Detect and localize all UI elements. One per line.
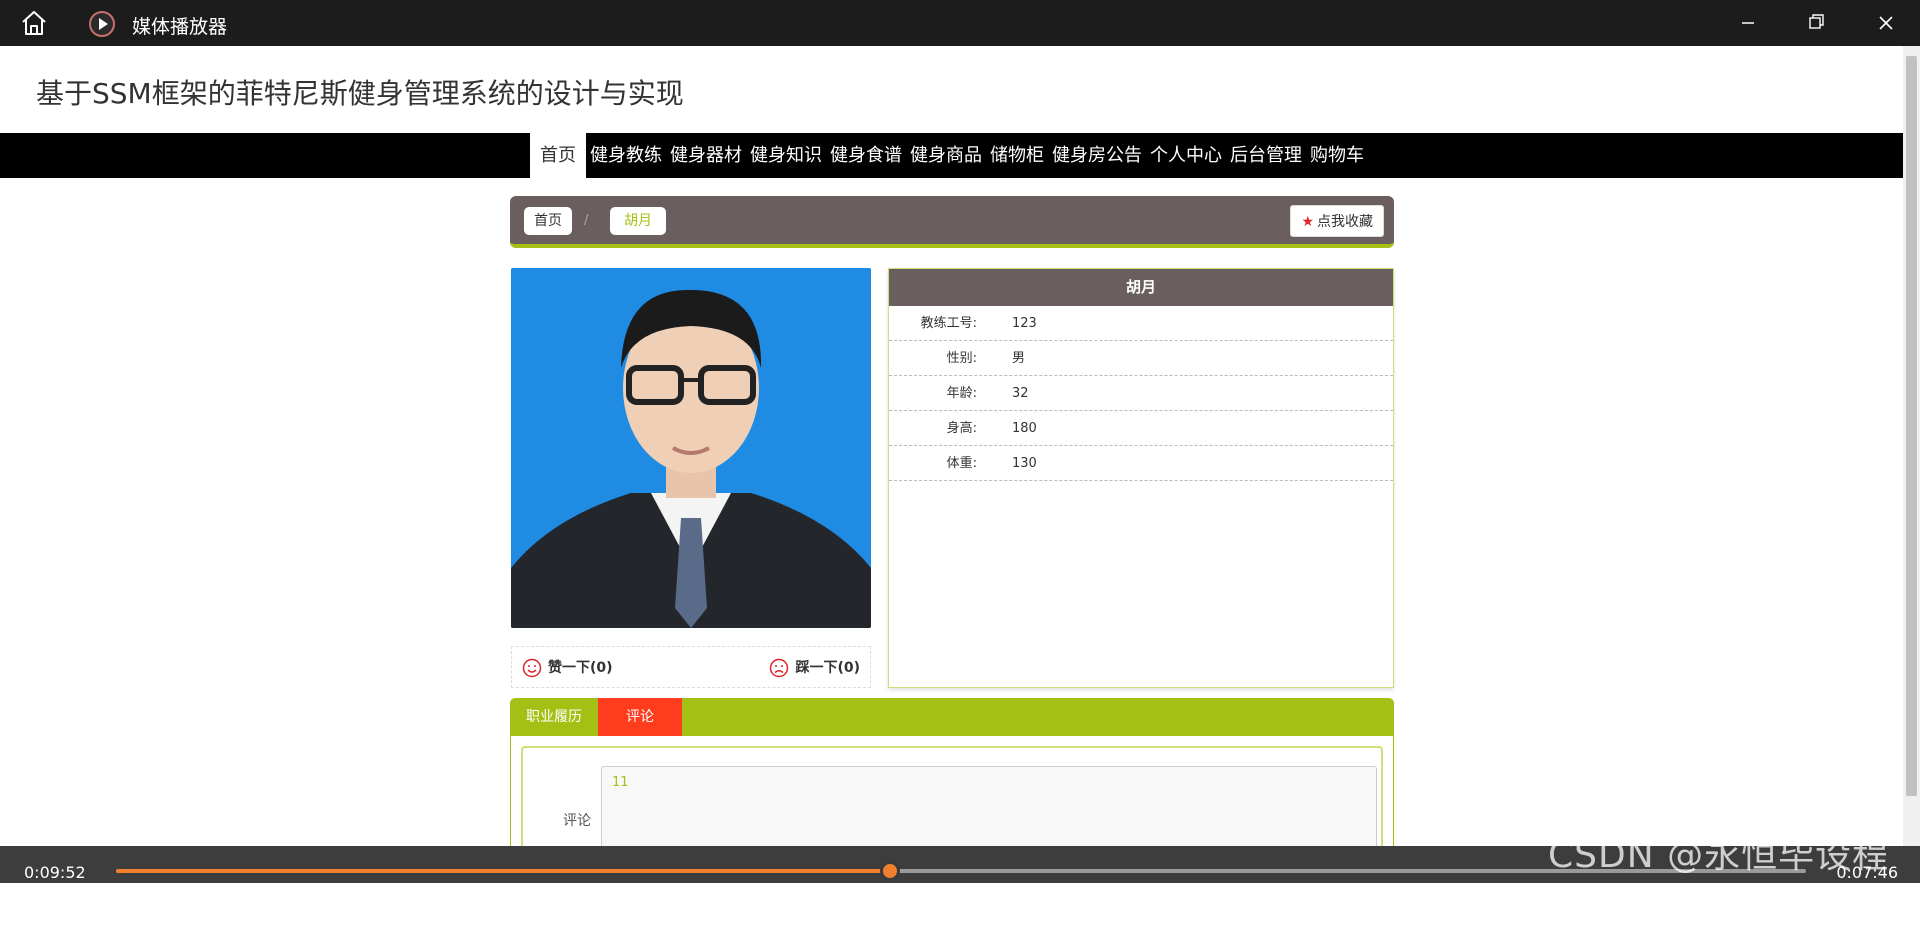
comment-form: 评论 11	[521, 746, 1383, 846]
seek-handle[interactable]	[880, 861, 901, 881]
minimize-button[interactable]	[1728, 8, 1768, 38]
info-value: 130	[1012, 456, 1037, 471]
web-page: 基于SSM框架的菲特尼斯健身管理系统的设计与实现 首页 健身教练 健身器材 健身…	[0, 46, 1903, 846]
nav-lockers[interactable]: 储物柜	[986, 133, 1048, 178]
info-row: 身高: 180	[889, 411, 1393, 446]
info-label: 体重:	[946, 456, 977, 471]
frown-icon	[770, 658, 789, 678]
coach-info-card: 胡月 教练工号: 123 性别: 男 年龄: 32 身高: 180 体重: 130	[888, 268, 1394, 688]
dislike-button[interactable]: 踩一下(0)	[769, 647, 860, 689]
favorite-button[interactable]: ★ 点我收藏	[1290, 205, 1384, 237]
breadcrumb: 首页 / 胡月 ★ 点我收藏	[510, 196, 1394, 248]
info-label: 身高:	[946, 421, 977, 436]
player-titlebar: 媒体播放器	[0, 0, 1920, 46]
close-button[interactable]	[1866, 8, 1906, 38]
nav-products[interactable]: 健身商品	[906, 133, 986, 178]
nav-cart[interactable]: 购物车	[1306, 133, 1368, 178]
nav-announcements[interactable]: 健身房公告	[1048, 133, 1146, 178]
info-value: 男	[1012, 351, 1026, 366]
like-button[interactable]: 赞一下(0)	[522, 647, 613, 689]
smile-icon	[522, 658, 542, 678]
elapsed-time: 0:09:52	[24, 863, 86, 882]
breadcrumb-current: 胡月	[610, 207, 666, 235]
tab-career[interactable]: 职业履历	[510, 698, 598, 736]
info-row: 体重: 130	[889, 446, 1393, 481]
nav-profile[interactable]: 个人中心	[1146, 133, 1226, 178]
nav-knowledge[interactable]: 健身知识	[746, 133, 826, 178]
info-row: 性别: 男	[889, 341, 1393, 376]
window-title: 媒体播放器	[132, 16, 228, 38]
tab-comment[interactable]: 评论	[598, 698, 682, 736]
star-icon: ★	[1301, 214, 1314, 230]
restore-button[interactable]	[1796, 8, 1836, 38]
info-label: 教练工号:	[920, 316, 977, 331]
coach-name: 胡月	[889, 269, 1393, 306]
info-row: 教练工号: 123	[889, 306, 1393, 341]
page-scrollbar[interactable]	[1903, 46, 1920, 846]
nav-home[interactable]: 首页	[530, 133, 586, 178]
comment-label: 评论	[563, 813, 591, 829]
like-label: 赞一下(0)	[548, 660, 613, 676]
nav-admin[interactable]: 后台管理	[1226, 133, 1306, 178]
comment-panel: 评论 11	[510, 736, 1394, 846]
breadcrumb-separator: /	[584, 213, 589, 228]
breadcrumb-home[interactable]: 首页	[524, 207, 572, 235]
info-value: 32	[1012, 386, 1029, 401]
nav-equipment[interactable]: 健身器材	[666, 133, 746, 178]
nav-recipes[interactable]: 健身食谱	[826, 133, 906, 178]
favorite-label: 点我收藏	[1317, 214, 1373, 230]
seek-bar-fill	[116, 869, 891, 873]
vote-bar: 赞一下(0) 踩一下(0)	[511, 646, 871, 688]
home-icon[interactable]	[20, 10, 48, 36]
info-label: 年龄:	[946, 386, 977, 401]
detail-tabs: 职业履历 评论	[510, 698, 1394, 736]
dislike-label: 踩一下(0)	[795, 660, 860, 676]
csdn-watermark: CSDN @永恒毕设程序	[1548, 835, 1890, 928]
info-value: 180	[1012, 421, 1037, 436]
media-player-icon	[88, 10, 116, 38]
info-row: 年龄: 32	[889, 376, 1393, 411]
info-label: 性别:	[946, 351, 977, 366]
info-value: 123	[1012, 316, 1037, 331]
site-title: 基于SSM框架的菲特尼斯健身管理系统的设计与实现	[36, 77, 684, 110]
nav-coaches[interactable]: 健身教练	[586, 133, 666, 178]
coach-photo	[511, 268, 871, 628]
comment-input[interactable]: 11	[601, 766, 1377, 846]
main-nav: 首页 健身教练 健身器材 健身知识 健身食谱 健身商品 储物柜 健身房公告 个人…	[0, 133, 1903, 178]
scrollbar-thumb[interactable]	[1906, 56, 1917, 796]
